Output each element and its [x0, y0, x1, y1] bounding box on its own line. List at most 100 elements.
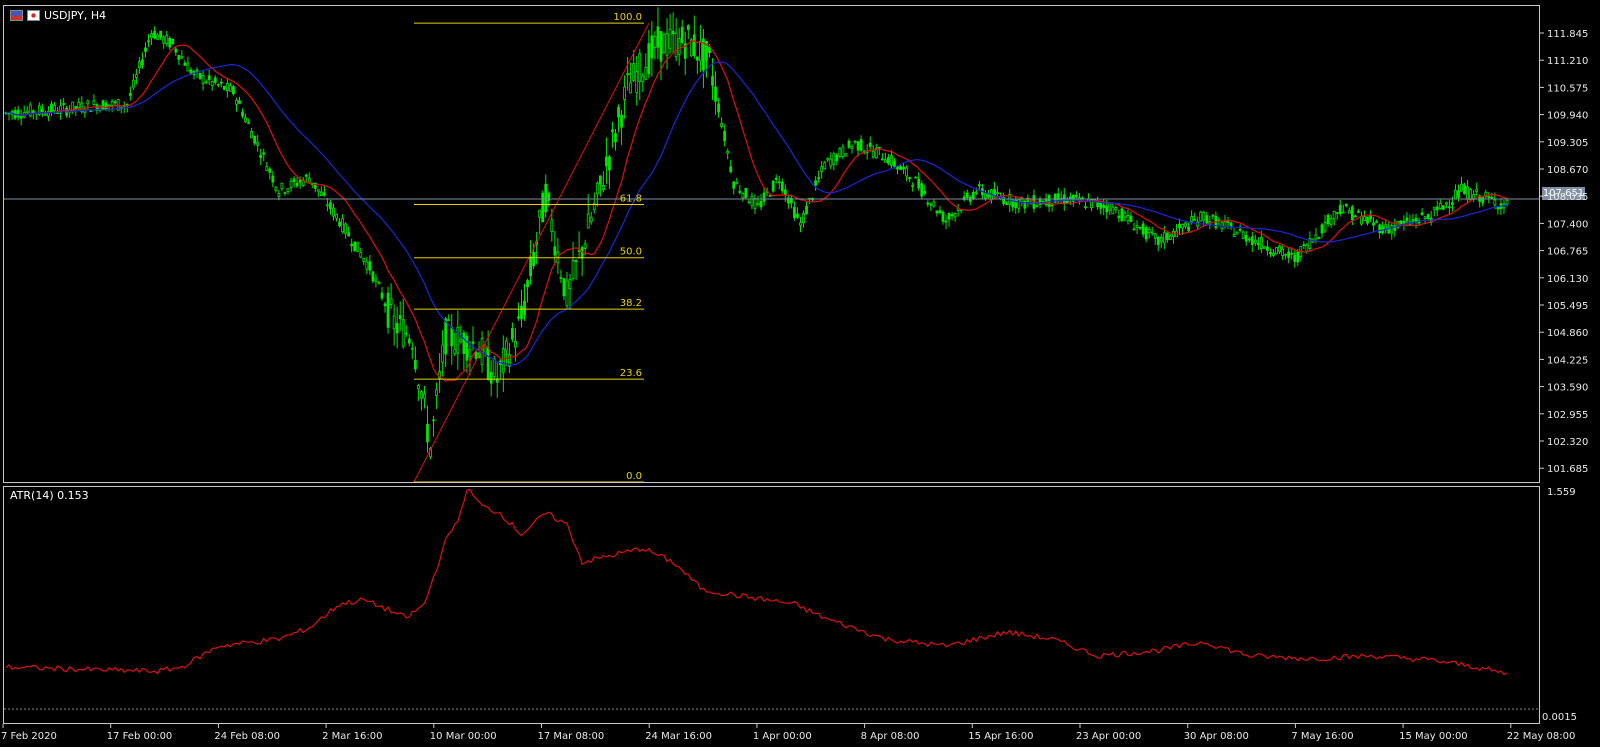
candle-body	[526, 280, 529, 288]
price-chart-pane[interactable]: 100.0 61.8 50.0 38.2 23.6 0.0 USDJPY, H4	[3, 5, 1540, 483]
candle-body	[1226, 221, 1230, 224]
candle-body	[141, 59, 144, 66]
candle-body	[1075, 194, 1078, 197]
candle-body	[917, 178, 921, 189]
candle-body	[1187, 226, 1191, 231]
candle-body	[605, 156, 608, 167]
candle-body	[1102, 204, 1106, 209]
atr-indicator-pane[interactable]: ATR(14) 0.153	[3, 486, 1540, 724]
candle-body	[699, 41, 702, 62]
candle-body	[1017, 199, 1021, 209]
candle-body	[771, 180, 775, 192]
atr-axis-min: 0.0015	[1542, 712, 1577, 723]
candle-body	[183, 62, 187, 66]
candle-body	[198, 72, 202, 79]
candle-body	[40, 108, 44, 113]
candle-body	[1432, 206, 1436, 210]
candle-body	[344, 223, 348, 234]
price-axis-label: 109.940	[1547, 111, 1588, 122]
candle-body	[204, 81, 208, 84]
candle-body	[1266, 246, 1269, 251]
candle-body	[1475, 188, 1479, 192]
candle-body	[1035, 205, 1039, 208]
candle-body	[274, 186, 278, 191]
candle-body	[1350, 206, 1354, 221]
price-chart-canvas[interactable]: 100.0 61.8 50.0 38.2 23.6 0.0	[4, 6, 1539, 482]
time-axis-label: 7 May 16:00	[1291, 731, 1353, 742]
candle-body	[1323, 221, 1327, 232]
candle-body	[156, 34, 160, 40]
candle-body	[856, 141, 860, 151]
candle-body	[486, 346, 490, 380]
atr-chart-canvas[interactable]	[4, 487, 1539, 723]
candle-body	[210, 81, 214, 86]
candle-body	[1150, 231, 1154, 234]
candle-body	[1247, 238, 1251, 241]
candle-body	[1223, 220, 1227, 227]
candle-body	[53, 104, 56, 111]
price-axis-label: 108.670	[1547, 165, 1588, 176]
candle-body	[377, 281, 381, 284]
candle-body	[835, 154, 839, 162]
candle-body	[1357, 210, 1360, 213]
candle-body	[304, 174, 308, 177]
candle-body	[938, 210, 942, 214]
candle-body	[326, 204, 329, 207]
candle-body	[1441, 205, 1445, 210]
candle-body	[574, 260, 578, 263]
candle-body	[483, 345, 487, 355]
candle-body	[1426, 214, 1430, 220]
candle-body	[338, 221, 341, 227]
candle-body	[844, 153, 848, 157]
candle-body	[386, 292, 390, 328]
candle-body	[802, 212, 805, 224]
candle-body	[1135, 225, 1139, 229]
indicator-title: ATR(14) 0.153	[10, 489, 89, 502]
candle-body	[756, 202, 760, 206]
candle-body	[589, 216, 593, 223]
candle-body	[762, 192, 766, 202]
price-axis-label: 104.225	[1547, 355, 1588, 366]
candle-body	[316, 189, 320, 192]
candle-body	[817, 177, 821, 180]
candle-body	[774, 177, 778, 181]
candle-body	[1493, 199, 1497, 206]
candle-body	[235, 99, 238, 105]
candle-body	[847, 140, 851, 148]
candle-body	[550, 219, 554, 233]
current-price-tag: 107.651	[1542, 187, 1585, 200]
candle-body	[307, 177, 311, 184]
candle-body	[905, 167, 908, 177]
candle-body	[768, 195, 772, 197]
candle-body	[747, 201, 751, 204]
candle-body	[1241, 231, 1245, 239]
candle-body	[668, 28, 672, 49]
candle-body	[647, 43, 651, 75]
candle-body	[644, 67, 648, 80]
candle-body	[180, 56, 184, 59]
candle-body	[850, 146, 854, 150]
candle-body	[1178, 223, 1181, 229]
candle-body	[447, 319, 451, 322]
candle-body	[162, 36, 166, 44]
candle-body	[1250, 236, 1254, 245]
candle-body	[753, 198, 757, 209]
candle-body	[265, 166, 269, 171]
candle-body	[510, 328, 514, 340]
fib-trendline	[413, 22, 650, 482]
candle-body	[322, 192, 326, 196]
candle-body	[501, 348, 505, 373]
candle-body	[319, 191, 323, 197]
fast-ma-line	[5, 40, 1508, 382]
candle-body	[383, 303, 387, 307]
candle-body	[423, 393, 426, 399]
candle-body	[671, 30, 675, 35]
candle-body	[228, 85, 232, 92]
candle-body	[553, 246, 557, 256]
candle-body	[1147, 228, 1151, 234]
candle-body	[984, 193, 987, 199]
candle-body	[62, 103, 66, 105]
candle-body	[944, 220, 948, 223]
candle-body	[1341, 211, 1345, 214]
candle-body	[805, 206, 808, 215]
